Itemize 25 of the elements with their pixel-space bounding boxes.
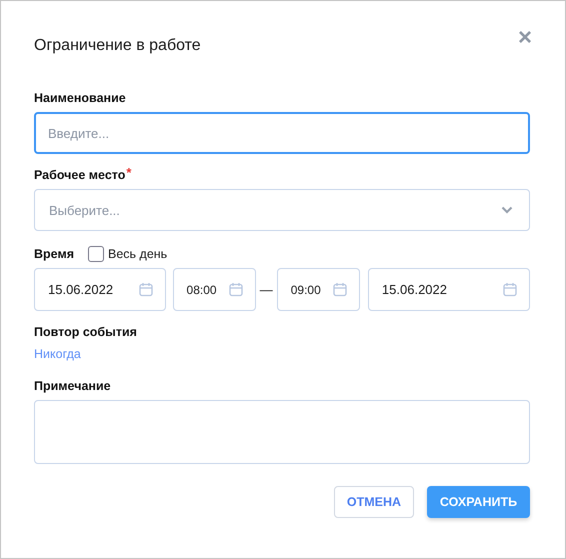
close-button[interactable]: × — [518, 27, 532, 49]
checkbox-label: Весь день — [108, 247, 168, 261]
chevron-down-icon — [501, 206, 513, 214]
start-time-field[interactable]: 08:00 — [172, 268, 256, 311]
calendar-icon — [332, 282, 347, 297]
start-date-field[interactable]: 15.06.2022 — [34, 268, 166, 311]
required-mark: * — [126, 165, 132, 180]
field-label: Повтор события — [34, 325, 137, 339]
field-label: Наименование — [34, 91, 126, 105]
save-button[interactable]: СОХРАНИТЬ — [427, 486, 530, 518]
field-label: Примечание — [34, 379, 111, 393]
calendar-icon — [138, 282, 153, 297]
workplace-select[interactable]: Выберите... — [34, 189, 530, 231]
field-label: Время — [34, 247, 74, 261]
cancel-button[interactable]: ОТМЕНА — [334, 486, 414, 518]
all-day-checkbox[interactable] — [88, 246, 104, 262]
repeat-link[interactable]: Никогда — [34, 347, 81, 361]
field-label: Рабочее место — [34, 168, 126, 182]
name-input-field[interactable]: Введите... — [34, 112, 530, 154]
range-separator: — — [260, 282, 273, 297]
end-date-field[interactable]: 15.06.2022 — [368, 268, 530, 311]
calendar-icon — [503, 282, 517, 297]
end-time-field[interactable]: 09:00 — [276, 268, 360, 311]
calendar-icon — [228, 282, 243, 297]
dialog-title: Ограничение в работе — [34, 37, 201, 55]
